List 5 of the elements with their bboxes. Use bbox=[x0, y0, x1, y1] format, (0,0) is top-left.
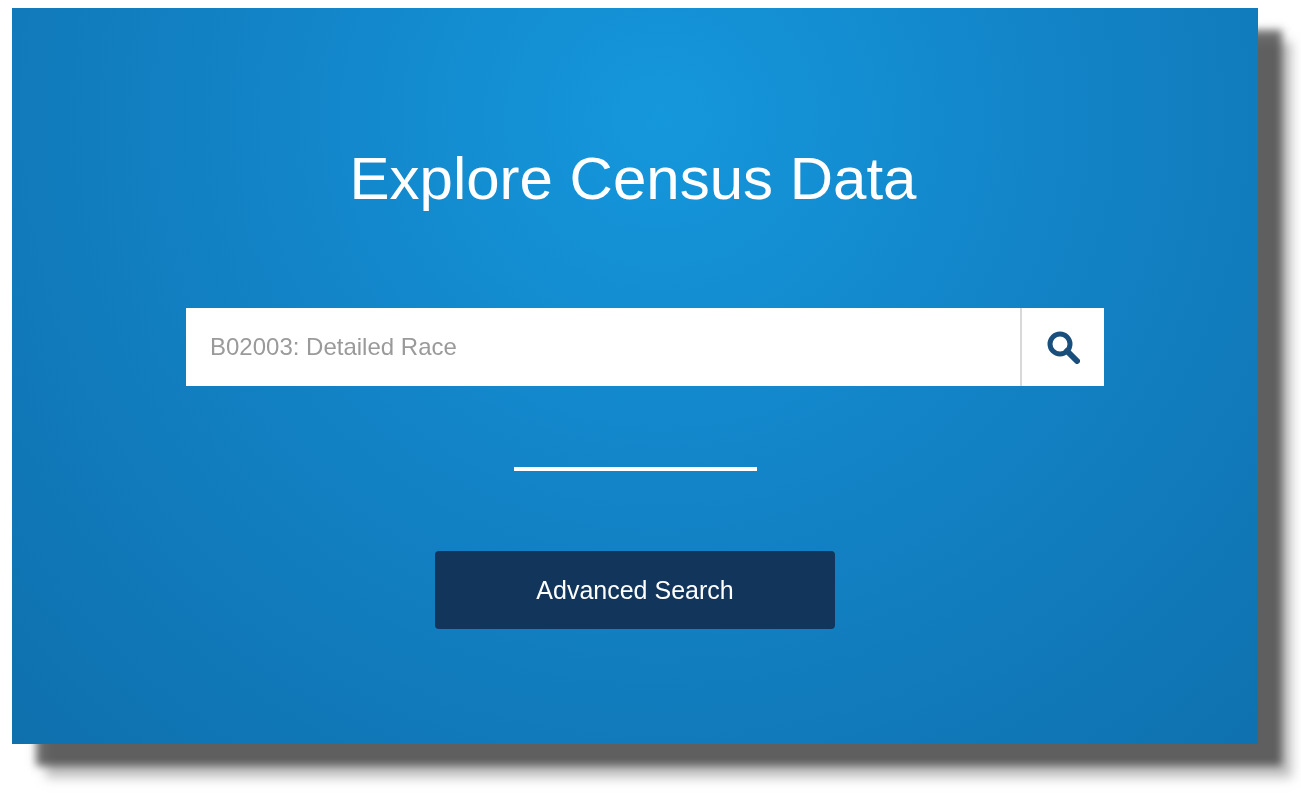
search-button[interactable] bbox=[1020, 308, 1104, 386]
page-title: Explore Census Data bbox=[349, 144, 917, 214]
search-field[interactable]: B02003: Detailed Race bbox=[186, 308, 1020, 386]
search-icon bbox=[1046, 330, 1080, 364]
advanced-search-button[interactable]: Advanced Search bbox=[435, 551, 835, 629]
